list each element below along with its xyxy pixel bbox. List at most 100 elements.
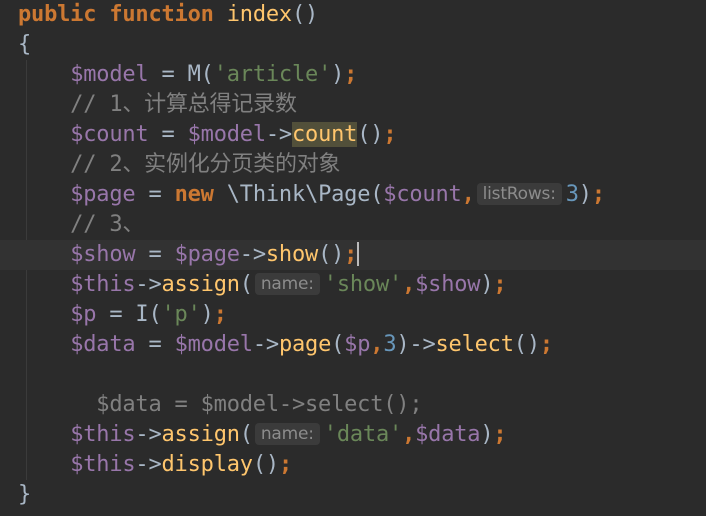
- code-token: display: [161, 452, 254, 477]
- code-line-3[interactable]: $model = M('article');: [0, 60, 706, 90]
- code-editor[interactable]: public function index(){ $model = M('art…: [0, 0, 706, 516]
- code-token: (: [239, 272, 253, 297]
- code-token: $model: [174, 332, 253, 357]
- code-token: ,: [370, 332, 384, 357]
- code-token: =: [148, 62, 188, 87]
- code-token: }: [18, 482, 32, 507]
- code-line-15[interactable]: $this->assign(name:'data',$data);: [0, 420, 706, 450]
- code-token: =: [135, 242, 175, 267]
- code-token: 'p': [161, 302, 201, 327]
- code-token: 3: [565, 182, 579, 207]
- code-token: =: [96, 302, 136, 327]
- code-token: // 1、计算总得记录数: [18, 92, 297, 117]
- code-token: // 2、实例化分页类的对象: [18, 152, 341, 177]
- code-token: $p: [70, 302, 97, 327]
- code-line-2[interactable]: {: [0, 30, 706, 60]
- code-token: =: [135, 182, 175, 207]
- code-token: ,: [461, 182, 475, 207]
- code-token: new: [174, 182, 214, 207]
- code-token: (): [318, 242, 345, 267]
- code-token: ;: [344, 242, 358, 267]
- code-token: ,: [402, 422, 416, 447]
- code-line-7[interactable]: $page = new \Think\Page($count, listRows:…: [0, 180, 706, 210]
- code-token: (): [357, 122, 384, 147]
- parameter-hint: listRows:: [476, 183, 562, 205]
- code-line-9[interactable]: $show = $page->show();: [0, 240, 706, 270]
- code-token: 'show': [323, 272, 403, 297]
- code-token: 'article': [213, 62, 332, 87]
- code-token: $show: [415, 272, 481, 297]
- code-token: public: [18, 2, 97, 27]
- code-token: ->: [252, 332, 279, 357]
- code-token: $this: [70, 452, 136, 477]
- parameter-hint: name:: [254, 423, 320, 445]
- code-token: $data: [70, 332, 136, 357]
- code-token: ): [480, 422, 494, 447]
- code-line-11[interactable]: $p = I('p');: [0, 300, 706, 330]
- code-token: ;: [539, 332, 553, 357]
- code-token: assign: [161, 422, 240, 447]
- code-token: show: [265, 242, 319, 267]
- code-token: ->: [239, 242, 266, 267]
- code-line-5[interactable]: $count = $model->count();: [0, 120, 706, 150]
- code-token: ->: [265, 122, 292, 147]
- code-token: 'data': [323, 422, 403, 447]
- code-token: {: [18, 32, 32, 57]
- code-line-17[interactable]: }: [0, 480, 706, 510]
- code-token: =: [135, 332, 175, 357]
- code-line-1[interactable]: public function index(): [0, 0, 706, 30]
- code-token: I(: [135, 302, 162, 327]
- code-token: M(: [187, 62, 214, 87]
- code-token: ;: [493, 272, 507, 297]
- code-token: ,: [402, 272, 416, 297]
- code-token: $page: [70, 182, 136, 207]
- parameter-hint: name:: [254, 273, 320, 295]
- code-token: (): [291, 2, 319, 27]
- code-token: ->: [135, 452, 162, 477]
- code-token: ): [331, 62, 345, 87]
- code-line-10[interactable]: $this->assign(name:'show',$show);: [0, 270, 706, 300]
- code-token: function: [109, 2, 214, 27]
- code-token: $this: [70, 272, 136, 297]
- code-line-14[interactable]: $data = $model->select();: [0, 390, 706, 420]
- code-token: $data: [415, 422, 481, 447]
- code-token: ;: [383, 122, 397, 147]
- code-token: ;: [344, 62, 358, 87]
- text-caret: [357, 242, 360, 266]
- code-line-8[interactable]: // 3、: [0, 210, 706, 240]
- code-line-6[interactable]: // 2、实例化分页类的对象: [0, 150, 706, 180]
- code-token: $page: [174, 242, 240, 267]
- code-token: ): [200, 302, 214, 327]
- code-token: $this: [70, 422, 136, 447]
- code-token: page: [278, 332, 332, 357]
- code-token: ->: [135, 272, 162, 297]
- code-token: // 3、: [18, 212, 145, 237]
- code-token: assign: [161, 272, 240, 297]
- code-token: $model: [70, 62, 149, 87]
- code-token: $model: [187, 122, 266, 147]
- code-token: ): [480, 272, 494, 297]
- code-token: (): [513, 332, 540, 357]
- code-line-12[interactable]: $data = $model->page($p,3)->select();: [0, 330, 706, 360]
- code-line-4[interactable]: // 1、计算总得记录数: [0, 90, 706, 120]
- code-token: count: [291, 122, 358, 147]
- code-line-16[interactable]: $this->display();: [0, 450, 706, 480]
- code-token: 3: [383, 332, 397, 357]
- code-token: (: [239, 422, 253, 447]
- code-token: $data = $model->select();: [18, 392, 423, 417]
- code-token: $show: [70, 242, 136, 267]
- code-token: \Think\Page(: [213, 182, 384, 207]
- code-token: $count: [383, 182, 462, 207]
- code-line-13[interactable]: [0, 360, 706, 390]
- code-token: =: [148, 122, 188, 147]
- code-token: index: [226, 2, 292, 27]
